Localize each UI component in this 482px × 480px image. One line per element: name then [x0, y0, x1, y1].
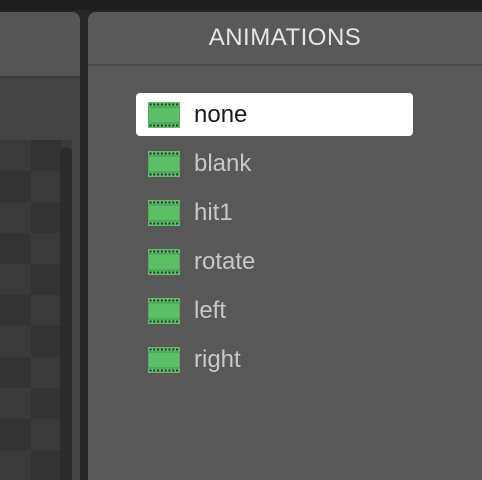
film-strip-icon [148, 150, 180, 177]
animations-panel-header: ANIMATIONS [88, 12, 482, 66]
animation-item-label: none [194, 100, 248, 128]
film-strip-icon [148, 346, 180, 373]
animation-item-label: blank [194, 149, 252, 177]
canvas-panel-header [0, 12, 80, 78]
window-top-strip [0, 0, 482, 10]
animation-item-right[interactable]: right [136, 338, 413, 381]
film-strip-icon [148, 101, 180, 128]
animation-item-label: hit1 [194, 198, 233, 226]
film-strip-icon [148, 248, 180, 275]
animation-item-left[interactable]: left [136, 289, 413, 332]
canvas-panel-toolbar [0, 78, 80, 138]
film-strip-icon [148, 297, 180, 324]
animation-item-label: right [194, 345, 241, 373]
animation-item-label: rotate [194, 247, 256, 275]
animation-item-label: left [194, 296, 227, 324]
animations-panel-title: ANIMATIONS [208, 24, 362, 51]
animations-panel: ANIMATIONS none blank hit1 rotate left r… [88, 12, 482, 480]
animation-item-blank[interactable]: blank [136, 142, 413, 185]
canvas-panel [0, 12, 80, 480]
animation-item-hit1[interactable]: hit1 [136, 191, 413, 234]
film-strip-icon [148, 199, 180, 226]
canvas-scrollbar[interactable] [60, 147, 72, 480]
app-root: ANIMATIONS none blank hit1 rotate left r… [0, 0, 482, 480]
animation-list: none blank hit1 rotate left right [136, 93, 413, 387]
animation-item-rotate[interactable]: rotate [136, 240, 413, 283]
animation-item-none[interactable]: none [136, 93, 413, 136]
